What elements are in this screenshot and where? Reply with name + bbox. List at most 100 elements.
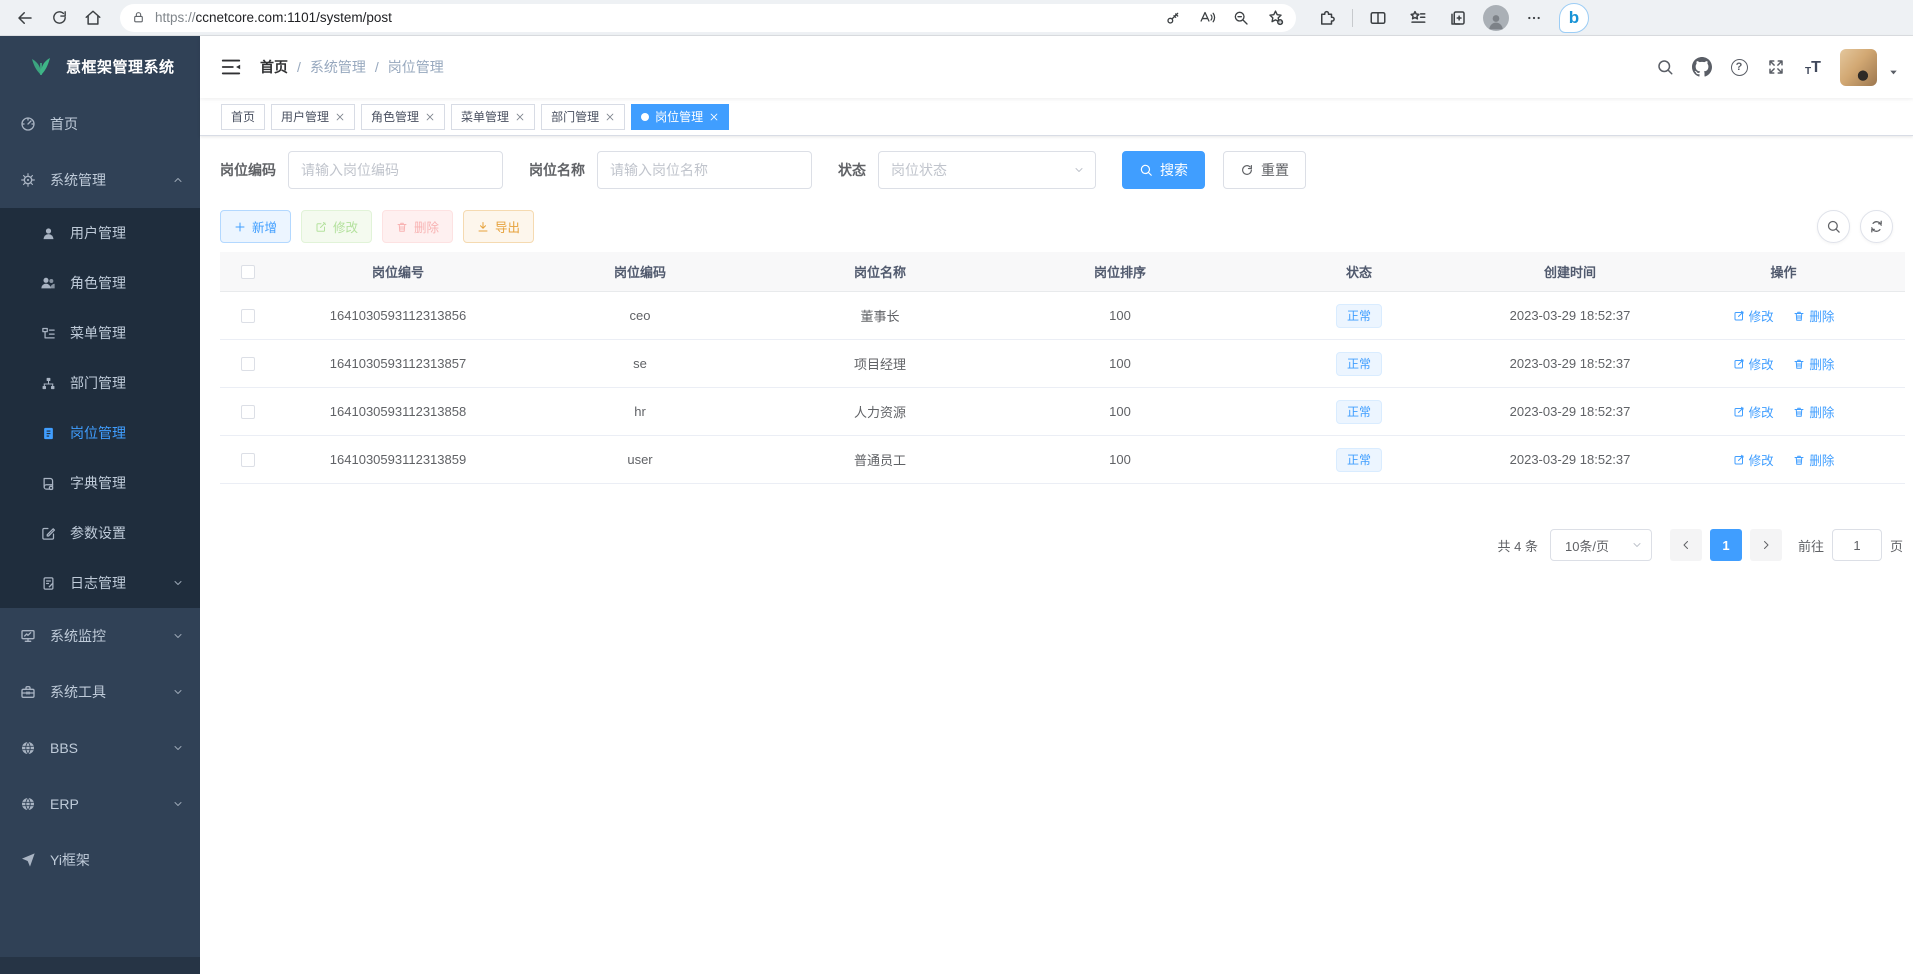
tab-post-active[interactable]: 岗位管理 (631, 104, 729, 130)
select-all-checkbox[interactable] (241, 265, 255, 279)
goto-label: 前往 (1798, 536, 1824, 555)
toggle-search-button[interactable] (1817, 210, 1850, 243)
toolbox-icon (20, 684, 36, 700)
goto-page-input[interactable] (1832, 529, 1882, 561)
tab-home[interactable]: 首页 (221, 104, 265, 130)
font-size-button[interactable]: TT (1803, 57, 1823, 77)
read-aloud-icon (1199, 9, 1216, 26)
header-post-code: 岗位编码 (520, 262, 760, 281)
close-icon[interactable] (605, 112, 615, 122)
delete-button[interactable]: 删除 (382, 210, 453, 243)
browser-toolbar: https://ccnetcore.com:1101/system/post (0, 0, 1913, 36)
header-search-button[interactable] (1655, 57, 1675, 77)
app-navbar: 首页 / 系统管理 / 岗位管理 ? T (200, 36, 1913, 98)
sidebar-item-system[interactable]: 系统管理 (0, 152, 200, 208)
close-icon[interactable] (425, 112, 435, 122)
browser-menu-button[interactable] (1519, 3, 1549, 33)
password-button[interactable] (1160, 5, 1186, 31)
sidebar-item-bbs[interactable]: BBS (0, 720, 200, 776)
row-checkbox[interactable] (241, 357, 255, 371)
page-size-select[interactable]: 10条/页 (1550, 529, 1652, 561)
sidebar-item-user[interactable]: 用户管理 (0, 208, 200, 258)
favorites-bar-button[interactable] (1403, 3, 1433, 33)
close-icon[interactable] (709, 112, 719, 122)
github-link[interactable] (1692, 57, 1712, 77)
close-icon[interactable] (335, 112, 345, 122)
chevron-down-icon (1631, 539, 1643, 551)
browser-home-button[interactable] (78, 3, 108, 33)
status-select[interactable]: 岗位状态 (878, 151, 1096, 189)
breadcrumb-home[interactable]: 首页 (260, 57, 288, 77)
tab-role[interactable]: 角色管理 (361, 104, 445, 130)
tabs-bar: 首页 用户管理 角色管理 菜单管理 部门管理 岗位管理 (200, 98, 1913, 136)
sidebar-item-dict[interactable]: 字典管理 (0, 458, 200, 508)
post-code-input[interactable] (288, 151, 503, 189)
chevron-left-icon (1680, 539, 1692, 551)
breadcrumb: 首页 / 系统管理 / 岗位管理 (260, 57, 444, 77)
row-checkbox[interactable] (241, 453, 255, 467)
sidebar-item-dept[interactable]: 部门管理 (0, 358, 200, 408)
search-icon (1826, 219, 1841, 234)
prev-page-button[interactable] (1670, 529, 1702, 561)
reset-button[interactable]: 重置 (1223, 151, 1306, 189)
fullscreen-button[interactable] (1766, 57, 1786, 77)
table-row: 1641030593112313856 ceo 董事长 100 正常 2023-… (220, 292, 1905, 340)
export-button[interactable]: 导出 (463, 210, 534, 243)
row-delete-link[interactable]: 删除 (1793, 306, 1834, 325)
pagination: 共 4 条 10条/页 1 前往 页 (220, 529, 1905, 561)
address-bar[interactable]: https://ccnetcore.com:1101/system/post (120, 4, 1296, 32)
add-button[interactable]: 新增 (220, 210, 291, 243)
split-screen-button[interactable] (1363, 3, 1393, 33)
sidebar-item-param[interactable]: 参数设置 (0, 508, 200, 558)
status-badge: 正常 (1336, 352, 1382, 376)
zoom-out-button[interactable] (1228, 5, 1254, 31)
post-name-input[interactable] (597, 151, 812, 189)
sidebar-item-log[interactable]: 日志管理 (0, 558, 200, 608)
sidebar-item-role[interactable]: 角色管理 (0, 258, 200, 308)
favorite-add-button[interactable] (1262, 5, 1288, 31)
app-title: 意框架管理系统 (66, 56, 175, 77)
logo[interactable]: 意框架管理系统 (0, 36, 200, 96)
caret-down-icon[interactable] (1888, 65, 1899, 83)
tab-dept[interactable]: 部门管理 (541, 104, 625, 130)
collapse-sidebar-button[interactable] (220, 56, 242, 78)
page-number-1[interactable]: 1 (1710, 529, 1742, 561)
extensions-button[interactable] (1312, 3, 1342, 33)
breadcrumb-section[interactable]: 系统管理 (310, 57, 366, 77)
chevron-down-icon (1073, 164, 1085, 176)
sidebar-item-menu[interactable]: 菜单管理 (0, 308, 200, 358)
row-edit-link[interactable]: 修改 (1733, 402, 1774, 421)
browser-profile-button[interactable] (1483, 5, 1509, 31)
sidebar-item-home[interactable]: 首页 (0, 96, 200, 152)
bing-chat-button[interactable]: b (1559, 3, 1589, 33)
avatar[interactable] (1840, 49, 1877, 86)
profile-icon (1486, 11, 1506, 31)
row-delete-link[interactable]: 删除 (1793, 402, 1834, 421)
tab-menu[interactable]: 菜单管理 (451, 104, 535, 130)
next-page-button[interactable] (1750, 529, 1782, 561)
sidebar-item-post[interactable]: 岗位管理 (0, 408, 200, 458)
refresh-table-button[interactable] (1860, 210, 1893, 243)
sidebar-item-monitor[interactable]: 系统监控 (0, 608, 200, 664)
browser-refresh-button[interactable] (44, 3, 74, 33)
row-checkbox[interactable] (241, 405, 255, 419)
row-delete-link[interactable]: 删除 (1793, 450, 1834, 469)
edit-button[interactable]: 修改 (301, 210, 372, 243)
sidebar-item-yi[interactable]: Yi框架 (0, 832, 200, 888)
tab-user[interactable]: 用户管理 (271, 104, 355, 130)
sidebar-item-erp[interactable]: ERP (0, 776, 200, 832)
row-edit-link[interactable]: 修改 (1733, 450, 1774, 469)
more-icon (1526, 10, 1542, 26)
browser-back-button[interactable] (10, 3, 40, 33)
row-checkbox[interactable] (241, 309, 255, 323)
read-aloud-button[interactable] (1194, 5, 1220, 31)
row-edit-link[interactable]: 修改 (1733, 354, 1774, 373)
search-button[interactable]: 搜索 (1122, 151, 1205, 189)
close-icon[interactable] (515, 112, 525, 122)
sidebar-item-tools[interactable]: 系统工具 (0, 664, 200, 720)
row-edit-link[interactable]: 修改 (1733, 306, 1774, 325)
help-button[interactable]: ? (1729, 57, 1749, 77)
url-text[interactable]: https://ccnetcore.com:1101/system/post (155, 10, 1160, 25)
row-delete-link[interactable]: 删除 (1793, 354, 1834, 373)
collections-button[interactable] (1443, 3, 1473, 33)
